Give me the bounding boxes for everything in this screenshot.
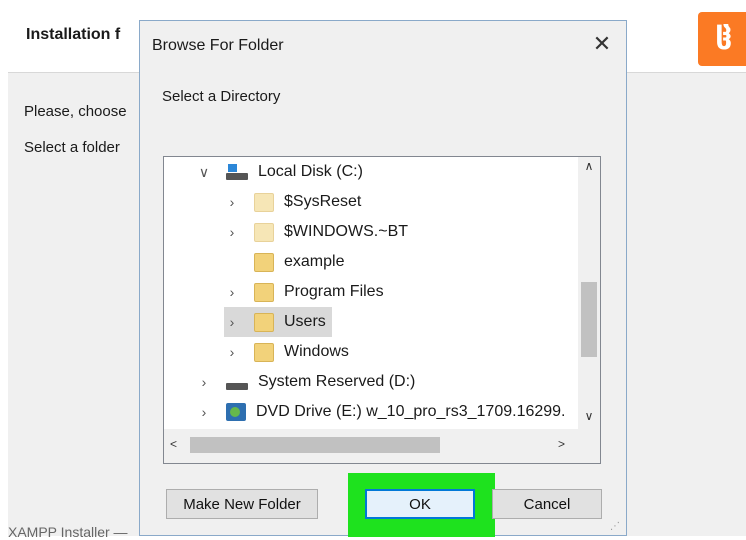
folder-icon <box>254 192 274 212</box>
tree-item-program-files[interactable]: › Program Files <box>224 277 384 307</box>
tree-item-windows[interactable]: › Windows <box>224 337 349 367</box>
installer-folder-label: Select a folder <box>24 139 120 156</box>
close-icon[interactable]: ✕ <box>590 31 614 57</box>
dvd-icon <box>226 403 246 421</box>
tree-item-example[interactable]: › example <box>224 247 344 277</box>
folder-icon <box>254 222 274 242</box>
tree-item-label: Windows <box>284 343 349 360</box>
dialog-prompt: Select a Directory <box>162 88 281 105</box>
tree-item-users[interactable]: › Users <box>224 307 332 337</box>
tree-item-label: Local Disk (C:) <box>258 163 363 180</box>
chevron-right-icon[interactable]: › <box>196 374 212 390</box>
cancel-button[interactable]: Cancel <box>492 489 602 519</box>
folder-icon <box>254 252 274 272</box>
chevron-right-icon[interactable]: › <box>224 314 240 330</box>
folder-icon <box>254 282 274 302</box>
chevron-right-icon[interactable]: › <box>196 404 212 420</box>
scroll-up-icon[interactable]: ∧ <box>578 159 600 179</box>
tree-item-system-reserved-d[interactable]: › System Reserved (D:) <box>196 367 415 397</box>
tree-item-label: example <box>284 253 345 270</box>
tree-item-label: $WINDOWS.~BT <box>284 223 409 240</box>
vertical-scrollbar[interactable]: ∧ ∨ <box>578 157 600 429</box>
tree-item-label: Users <box>284 313 326 330</box>
folder-icon <box>254 312 274 332</box>
folder-icon <box>254 342 274 362</box>
chevron-right-icon[interactable]: › <box>224 344 240 360</box>
chevron-right-icon[interactable]: › <box>224 224 240 240</box>
resize-grip-icon[interactable]: ⋰ <box>610 521 620 532</box>
scroll-left-icon[interactable]: < <box>170 437 177 451</box>
dialog-title: Browse For Folder <box>152 37 284 54</box>
installer-text: Please, choose <box>24 103 127 120</box>
drive-icon <box>226 164 248 180</box>
tree-item-dvd-drive-e[interactable]: › DVD Drive (E:) w_10_pro_rs3_1709.16299… <box>196 397 566 427</box>
installer-footer: XAMPP Installer — <box>8 524 128 540</box>
scroll-right-icon[interactable]: > <box>558 437 565 451</box>
make-new-folder-button[interactable]: Make New Folder <box>166 489 318 519</box>
horizontal-scroll-thumb[interactable] <box>190 437 440 453</box>
scroll-down-icon[interactable]: ∨ <box>578 409 600 429</box>
xampp-logo-icon: ჱ <box>698 12 746 66</box>
vertical-scroll-thumb[interactable] <box>581 282 597 357</box>
folder-tree[interactable]: ∨ Local Disk (C:) › $SysReset › $WINDOWS… <box>163 156 601 464</box>
ok-button[interactable]: OK <box>365 489 475 519</box>
chevron-right-icon[interactable]: › <box>224 284 240 300</box>
tree-item-label: Program Files <box>284 283 384 300</box>
chevron-down-icon[interactable]: ∨ <box>196 164 212 181</box>
tree-item-local-disk-c[interactable]: ∨ Local Disk (C:) <box>196 157 363 187</box>
tree-item-windows-bt[interactable]: › $WINDOWS.~BT <box>224 217 408 247</box>
browse-for-folder-dialog: Browse For Folder ✕ Select a Directory ∨… <box>139 20 627 537</box>
horizontal-scrollbar[interactable]: < > <box>164 429 600 463</box>
tree-item-sysreset[interactable]: › $SysReset <box>224 187 361 217</box>
drive-icon <box>226 374 248 390</box>
tree-item-label: DVD Drive (E:) w_10_pro_rs3_1709.16299. <box>256 403 566 420</box>
tree-item-label: $SysReset <box>284 193 362 210</box>
chevron-right-icon[interactable]: › <box>224 194 240 210</box>
installer-title: Installation f <box>26 26 121 43</box>
tree-item-label: System Reserved (D:) <box>258 373 416 390</box>
